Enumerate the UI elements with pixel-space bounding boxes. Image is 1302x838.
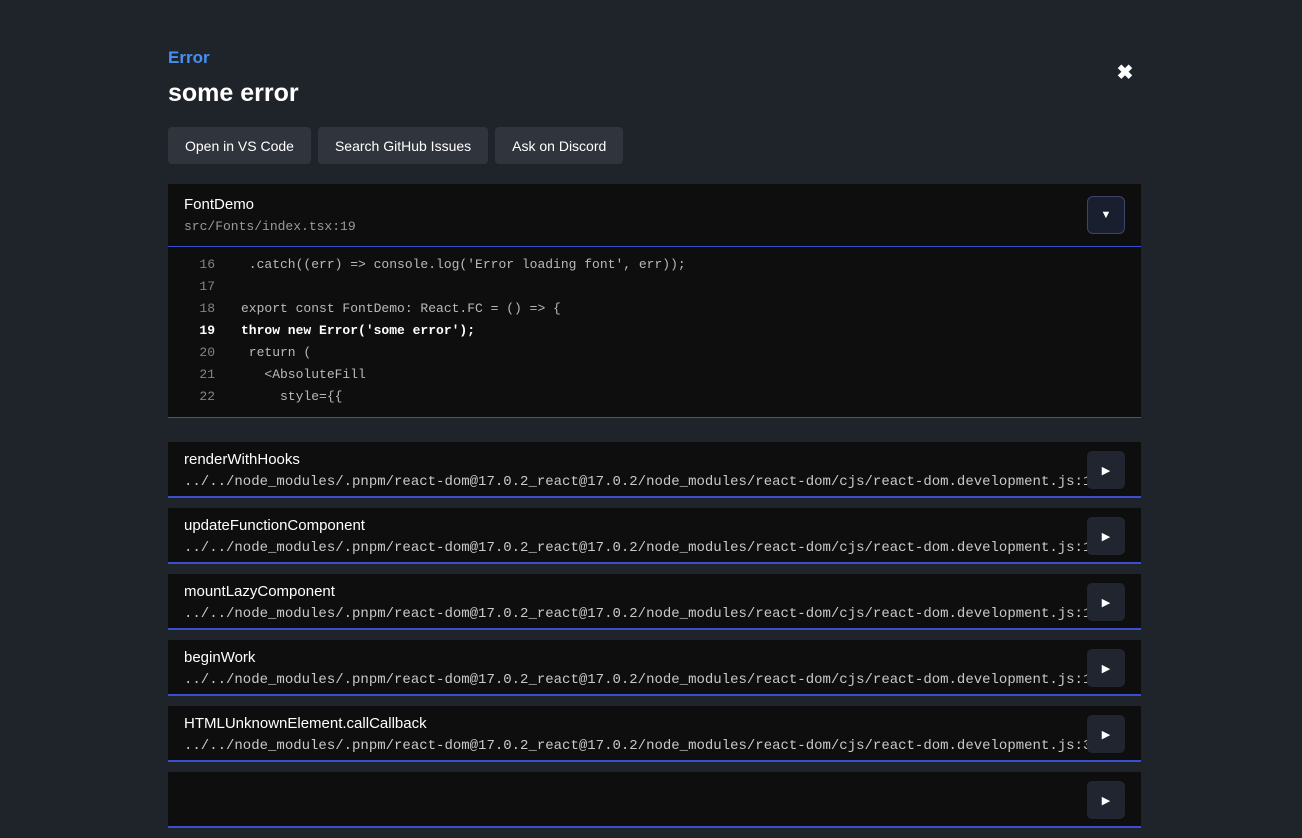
frame-function-name: mountLazyComponent: [184, 583, 1071, 600]
play-icon: ▶: [1102, 663, 1110, 675]
code-text: style={{: [215, 386, 342, 408]
code-text: .catch((err) => console.log('Error loadi…: [215, 254, 686, 276]
source-function-name: FontDemo: [184, 196, 356, 213]
code-line: 19 throw new Error('some error');: [168, 320, 1141, 342]
code-block: 16 .catch((err) => console.log('Error lo…: [168, 247, 1141, 417]
line-number: 19: [168, 320, 215, 342]
source-frame-header: FontDemo src/Fonts/index.tsx:19 ▼: [168, 184, 1141, 247]
line-number: 21: [168, 364, 215, 386]
frame-file-location: ../../node_modules/.pnpm/react-dom@17.0.…: [184, 738, 1071, 754]
frame-function-name: beginWork: [184, 649, 1071, 666]
code-line: 18 export const FontDemo: React.FC = () …: [168, 298, 1141, 320]
caret-down-icon: ▼: [1101, 209, 1112, 221]
stack-frame-row: beginWork ../../node_modules/.pnpm/react…: [168, 640, 1141, 696]
close-icon: ✖: [1117, 62, 1134, 84]
code-text: throw new Error('some error');: [215, 320, 475, 342]
stack-frame-row: renderWithHooks ../../node_modules/.pnpm…: [168, 442, 1141, 498]
stack-frame-row: updateFunctionComponent ../../node_modul…: [168, 508, 1141, 564]
close-button[interactable]: ✖: [1108, 56, 1142, 90]
line-number: 22: [168, 386, 215, 408]
play-icon: ▶: [1102, 531, 1110, 543]
line-number: 16: [168, 254, 215, 276]
expand-frame-button[interactable]: ▶: [1087, 451, 1125, 489]
frame-file-location: ../../node_modules/.pnpm/react-dom@17.0.…: [184, 606, 1071, 622]
expand-frame-button[interactable]: ▶: [1087, 781, 1125, 819]
ask-on-discord-button[interactable]: Ask on Discord: [495, 127, 623, 164]
code-text: <AbsoluteFill: [215, 364, 366, 386]
stack-frame-row: mountLazyComponent ../../node_modules/.p…: [168, 574, 1141, 630]
frame-function-name: renderWithHooks: [184, 451, 1071, 468]
code-line: 17: [168, 276, 1141, 298]
frame-function-name: updateFunctionComponent: [184, 517, 1071, 534]
error-overlay: Error some error Open in VS Code Search …: [168, 0, 1141, 838]
action-buttons: Open in VS Code Search GitHub Issues Ask…: [168, 127, 1141, 164]
play-icon: ▶: [1102, 465, 1110, 477]
collapse-source-button[interactable]: ▼: [1087, 196, 1125, 234]
play-icon: ▶: [1102, 795, 1110, 807]
play-icon: ▶: [1102, 597, 1110, 609]
frame-function-name: HTMLUnknownElement.callCallback: [184, 715, 1071, 732]
line-number: 17: [168, 276, 215, 298]
source-file-location: src/Fonts/index.tsx:19: [184, 219, 356, 234]
line-number: 20: [168, 342, 215, 364]
code-text: export const FontDemo: React.FC = () => …: [215, 298, 561, 320]
expand-frame-button[interactable]: ▶: [1087, 517, 1125, 555]
expand-frame-button[interactable]: ▶: [1087, 715, 1125, 753]
search-github-issues-button[interactable]: Search GitHub Issues: [318, 127, 488, 164]
frame-file-location: ../../node_modules/.pnpm/react-dom@17.0.…: [184, 672, 1071, 688]
stack-frame-row: HTMLUnknownElement.callCallback ../../no…: [168, 706, 1141, 762]
code-text: [215, 276, 241, 298]
code-text: return (: [215, 342, 311, 364]
stack-frame-row: ▶: [168, 772, 1141, 828]
error-message: some error: [168, 79, 1141, 108]
open-in-vscode-button[interactable]: Open in VS Code: [168, 127, 311, 164]
code-line: 20 return (: [168, 342, 1141, 364]
expand-frame-button[interactable]: ▶: [1087, 583, 1125, 621]
source-frame-card: FontDemo src/Fonts/index.tsx:19 ▼ 16 .ca…: [168, 184, 1141, 418]
error-type-label: Error: [168, 48, 1141, 68]
code-line: 16 .catch((err) => console.log('Error lo…: [168, 254, 1141, 276]
line-number: 18: [168, 298, 215, 320]
frame-file-location: ../../node_modules/.pnpm/react-dom@17.0.…: [184, 474, 1071, 490]
source-frame-info: FontDemo src/Fonts/index.tsx:19: [184, 196, 356, 234]
stack-frames: renderWithHooks ../../node_modules/.pnpm…: [168, 442, 1141, 828]
play-icon: ▶: [1102, 729, 1110, 741]
expand-frame-button[interactable]: ▶: [1087, 649, 1125, 687]
code-line: 22 style={{: [168, 386, 1141, 408]
frame-file-location: ../../node_modules/.pnpm/react-dom@17.0.…: [184, 540, 1071, 556]
code-line: 21 <AbsoluteFill: [168, 364, 1141, 386]
